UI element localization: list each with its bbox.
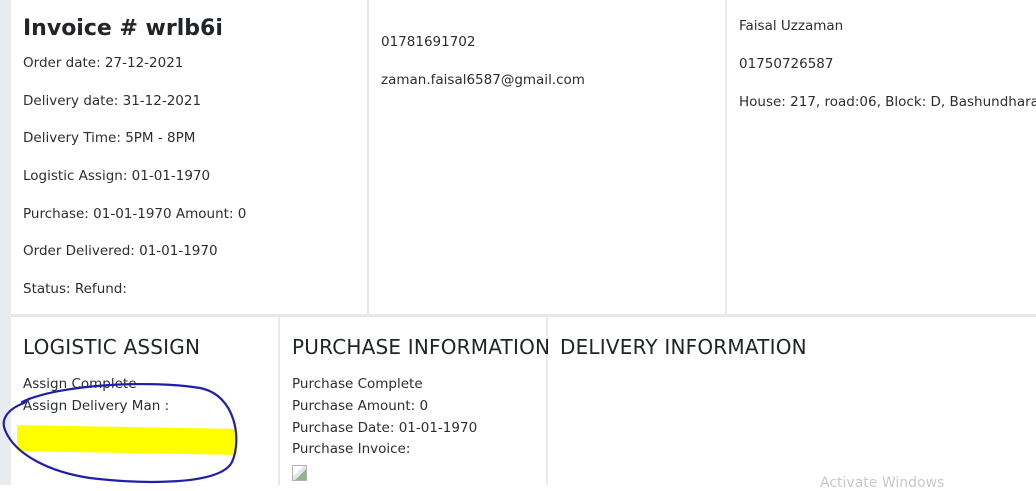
logistic-assign-date: Logistic Assign: 01-01-1970 [23,168,211,184]
customer-phone: 01750726587 [739,56,834,72]
assign-delivery-man-label: Assign Delivery Man : [23,398,170,414]
contact-panel: 01781691702 zaman.faisal6587@gmail.com [371,0,727,314]
purchase-summary: Purchase: 01-01-1970 Amount: 0 [23,206,247,222]
order-status: Status: Refund: [23,281,127,297]
logistic-assign-panel: LOGISTIC ASSIGN Assign Complete Assign D… [11,317,280,485]
purchase-invoice-image-icon[interactable] [292,465,307,481]
contact-phone: 01781691702 [381,34,476,50]
purchase-invoice-label: Purchase Invoice: [292,441,411,457]
delivery-time: Delivery Time: 5PM - 8PM [23,130,196,146]
left-edge-bar [0,0,11,485]
purchase-complete: Purchase Complete [292,376,423,392]
customer-panel: Faisal Uzzaman 01750726587 House: 217, r… [729,0,1036,314]
purchase-information-title: PURCHASE INFORMATION [292,335,551,359]
delivery-information-panel: DELIVERY INFORMATION Activate Windows [550,317,1036,491]
contact-email: zaman.faisal6587@gmail.com [381,72,585,88]
order-delivered: Order Delivered: 01-01-1970 [23,243,218,259]
delivery-date: Delivery date: 31-12-2021 [23,93,202,109]
delivery-information-title: DELIVERY INFORMATION [560,335,807,359]
customer-address: House: 217, road:06, Block: D, Bashundha… [739,94,1036,110]
invoice-title: Invoice # wrlb6i [23,16,223,41]
logistic-assign-title: LOGISTIC ASSIGN [23,335,201,359]
invoice-panel: Invoice # wrlb6i Order date: 27-12-2021 … [11,0,369,314]
purchase-date: Purchase Date: 01-01-1970 [292,420,478,436]
assign-complete-label: Assign Complete [23,376,137,392]
purchase-information-panel: PURCHASE INFORMATION Purchase Complete P… [282,317,551,485]
purchase-amount: Purchase Amount: 0 [292,398,429,414]
order-date: Order date: 27-12-2021 [23,55,184,71]
activate-windows-watermark: Activate Windows [820,475,945,491]
yellow-highlight-mark [16,425,238,455]
customer-name: Faisal Uzzaman [739,18,844,34]
